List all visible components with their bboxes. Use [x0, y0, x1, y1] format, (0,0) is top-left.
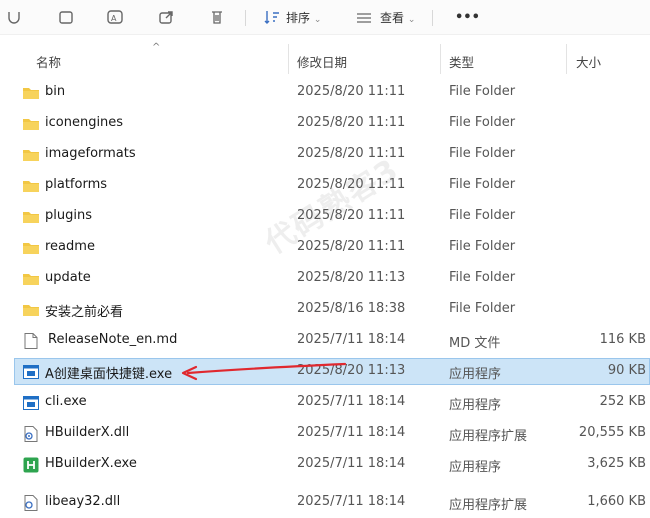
view-menu[interactable]: 查看 ⌄: [380, 9, 415, 26]
file-size: 252 KB: [599, 394, 646, 409]
folder-icon: [23, 147, 39, 161]
file-type: MD 文件: [449, 336, 501, 351]
file-row[interactable]: HBuilderX.dll 2025/7/11 18:14 应用程序扩展 20,…: [14, 420, 650, 447]
delete-icon[interactable]: [209, 10, 225, 24]
file-size: 3,625 KB: [587, 456, 646, 471]
hbuilder-icon: [23, 457, 39, 473]
file-type: File Folder: [449, 177, 516, 192]
file-name: platforms: [45, 177, 108, 192]
document-icon: [23, 333, 39, 349]
cut-icon[interactable]: [6, 10, 22, 24]
file-date: 2025/7/11 18:14: [297, 494, 406, 509]
file-row[interactable]: imageformats 2025/8/20 11:11 File Folder: [14, 141, 650, 168]
file-name: libeay32.dll: [45, 494, 121, 509]
file-type: File Folder: [449, 115, 516, 130]
file-date: 2025/7/11 18:14: [297, 394, 406, 409]
file-size: 90 KB: [607, 363, 646, 378]
file-name: readme: [45, 239, 95, 254]
file-type: 应用程序扩展: [449, 498, 528, 513]
file-type: File Folder: [449, 208, 516, 223]
folder-icon: [23, 240, 39, 254]
file-size: 20,555 KB: [578, 425, 646, 440]
view-label: 查看: [380, 11, 405, 25]
file-name: HBuilderX.dll: [45, 425, 130, 440]
share-icon[interactable]: [158, 10, 174, 24]
file-date: 2025/8/20 11:13: [297, 270, 406, 285]
file-row[interactable]: cli.exe 2025/7/11 18:14 应用程序 252 KB: [14, 389, 650, 416]
column-size[interactable]: 大小: [576, 52, 601, 71]
file-name: HBuilderX.exe: [45, 456, 137, 471]
file-name: imageformats: [45, 146, 136, 161]
paste-icon[interactable]: A: [106, 10, 123, 24]
toolbar-divider: [245, 10, 246, 26]
file-name: ReleaseNote_en.md: [48, 332, 178, 347]
file-date: 2025/8/20 11:13: [297, 363, 406, 378]
file-type: 应用程序: [449, 398, 502, 413]
file-row-selected[interactable]: A创建桌面快捷键.exe 2025/8/20 11:13 应用程序 90 KB: [14, 358, 650, 385]
column-divider[interactable]: [288, 44, 289, 74]
file-date: 2025/8/20 11:11: [297, 84, 406, 99]
file-type: File Folder: [449, 301, 516, 316]
file-name: iconengines: [45, 115, 124, 130]
file-row[interactable]: 安装之前必看 2025/8/16 18:38 File Folder: [14, 296, 650, 323]
sort-icon[interactable]: [264, 10, 280, 24]
file-date: 2025/8/16 18:38: [297, 301, 406, 316]
file-row[interactable]: bin 2025/8/20 11:11 File Folder: [14, 79, 650, 106]
chevron-down-icon: ⌄: [313, 15, 322, 25]
toolbar-divider: [432, 10, 433, 26]
file-list-overflow: libeay32.dll 2025/7/11 18:14 应用程序扩展 1,66…: [0, 490, 650, 518]
column-header: ^ 名称 修改日期 类型 大小: [0, 42, 650, 74]
folder-icon: [23, 302, 39, 316]
file-type: File Folder: [449, 270, 516, 285]
folder-icon: [23, 209, 39, 223]
file-date: 2025/8/20 11:11: [297, 239, 406, 254]
column-divider[interactable]: [566, 44, 567, 74]
file-type: File Folder: [449, 84, 516, 99]
file-date: 2025/7/11 18:14: [297, 425, 406, 440]
file-type: File Folder: [449, 239, 516, 254]
file-name: bin: [45, 84, 66, 99]
file-name: cli.exe: [45, 394, 87, 409]
column-divider[interactable]: [440, 44, 441, 74]
file-row[interactable]: readme 2025/8/20 11:11 File Folder: [14, 234, 650, 261]
file-type: File Folder: [449, 146, 516, 161]
sort-label: 排序: [286, 11, 311, 25]
column-type[interactable]: 类型: [449, 52, 474, 71]
command-toolbar: A 排序 ⌄ 查看 ⌄ •••: [0, 0, 650, 35]
app-window-icon: [23, 364, 39, 379]
copy-icon[interactable]: [58, 10, 74, 24]
column-name[interactable]: 名称: [36, 52, 61, 71]
file-row[interactable]: update 2025/8/20 11:13 File Folder: [14, 265, 650, 292]
file-name: plugins: [45, 208, 92, 223]
file-name: 安装之前必看: [45, 305, 124, 320]
dll-gear-icon: [23, 495, 39, 511]
column-date[interactable]: 修改日期: [297, 52, 347, 71]
file-type: 应用程序: [449, 367, 502, 382]
sort-ascending-icon: ^: [152, 42, 161, 53]
svg-text:A: A: [111, 14, 117, 23]
file-size: 116 KB: [599, 332, 646, 347]
more-options-icon[interactable]: •••: [455, 10, 480, 25]
folder-icon: [23, 271, 39, 285]
file-name: update: [45, 270, 91, 285]
dll-gear-icon: [23, 426, 39, 442]
file-date: 2025/8/20 11:11: [297, 115, 406, 130]
file-type: 应用程序: [449, 460, 502, 475]
file-type: 应用程序扩展: [449, 429, 528, 444]
file-row[interactable]: ReleaseNote_en.md 2025/7/11 18:14 MD 文件 …: [14, 327, 650, 354]
file-row[interactable]: HBuilderX.exe 2025/7/11 18:14 应用程序 3,625…: [14, 451, 650, 478]
file-row[interactable]: iconengines 2025/8/20 11:11 File Folder: [14, 110, 650, 137]
file-name: A创建桌面快捷键.exe: [45, 367, 173, 382]
view-icon[interactable]: [356, 10, 372, 24]
sort-menu[interactable]: 排序 ⌄: [286, 9, 321, 26]
app-window-icon: [23, 395, 39, 410]
file-date: 2025/7/11 18:14: [297, 456, 406, 471]
file-row[interactable]: libeay32.dll 2025/7/11 18:14 应用程序扩展 1,66…: [14, 490, 650, 516]
chevron-down-icon: ⌄: [407, 15, 416, 25]
folder-icon: [23, 178, 39, 192]
folder-icon: [23, 116, 39, 130]
file-size: 1,660 KB: [587, 494, 646, 509]
file-date: 2025/7/11 18:14: [297, 332, 406, 347]
folder-icon: [23, 85, 39, 99]
